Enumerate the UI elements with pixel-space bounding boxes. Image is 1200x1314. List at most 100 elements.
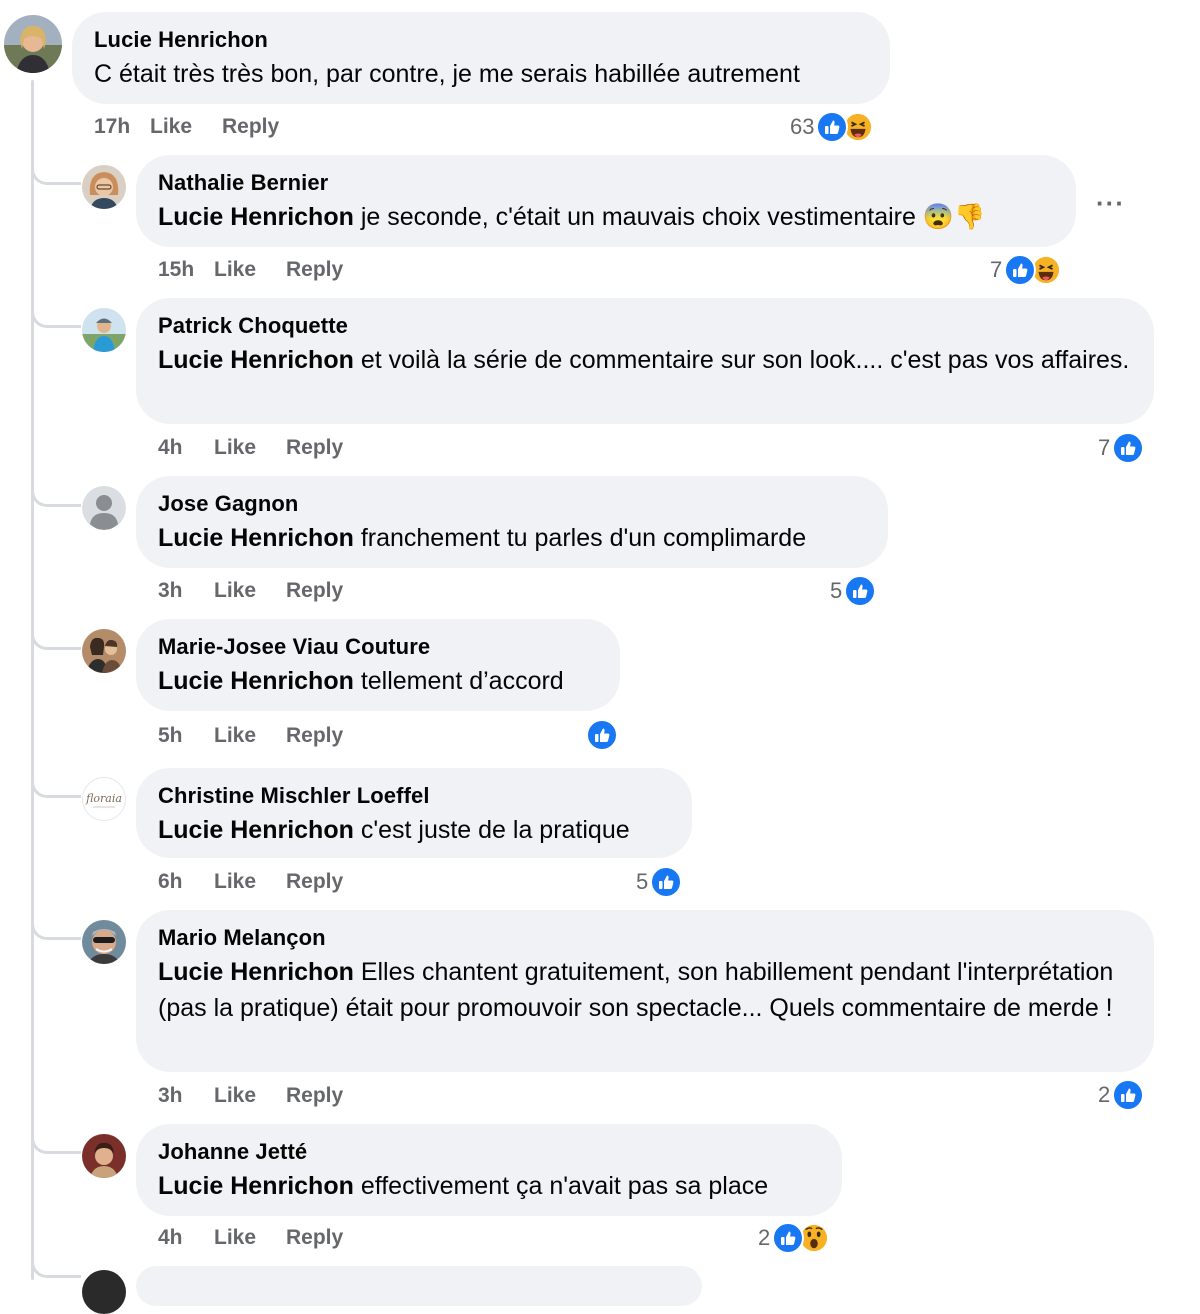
comment-text: Lucie Henrichon je seconde, c'était un m… <box>158 199 1054 235</box>
more-options-icon[interactable]: ··· <box>1096 188 1125 219</box>
reaction-summary[interactable]: 7 <box>1098 431 1145 465</box>
comment-time[interactable]: 17h <box>94 114 150 140</box>
mention-link[interactable]: Lucie Henrichon <box>158 203 354 231</box>
reply-button[interactable]: Reply <box>286 435 343 461</box>
mention-link[interactable]: Lucie Henrichon <box>158 524 354 552</box>
like-reaction-icon <box>1112 432 1145 464</box>
reply-button[interactable]: Reply <box>222 114 279 140</box>
thread-branch <box>31 485 81 507</box>
avatar-next-comment[interactable] <box>82 1270 126 1314</box>
like-reaction-icon <box>650 866 683 898</box>
comment-body: tellement d’accord <box>353 667 564 695</box>
comment-time[interactable]: 4h <box>158 1225 214 1251</box>
thread-branch <box>31 1262 81 1278</box>
comment-bubble: Jose Gagnon Lucie Henrichon franchement … <box>136 476 888 568</box>
comment-body: et voilà la série de commentaire sur son… <box>353 346 1130 374</box>
comment-author[interactable]: Patrick Choquette <box>158 312 1132 340</box>
comment-bubble: Christine Mischler Loeffel Lucie Henrich… <box>136 768 692 858</box>
like-button[interactable]: Like <box>214 257 286 283</box>
avatar-mario-melancon[interactable] <box>82 920 126 964</box>
comment-author[interactable]: Lucie Henrichon <box>94 26 868 54</box>
like-reaction-icon <box>844 575 877 607</box>
comment-text: C était très très bon, par contre, je me… <box>94 56 868 92</box>
mention-link[interactable]: Lucie Henrichon <box>158 667 354 695</box>
reaction-summary[interactable]: 5 <box>636 865 683 899</box>
comment-body: franchement tu parles d'un complimarde <box>353 524 807 552</box>
thread-line <box>31 80 34 1280</box>
reply-button[interactable]: Reply <box>286 723 343 749</box>
comment-time[interactable]: 15h <box>158 257 214 283</box>
reaction-summary[interactable] <box>584 718 618 752</box>
comment-time[interactable]: 6h <box>158 869 214 895</box>
comment-author[interactable]: Mario Melançon <box>158 924 1132 952</box>
comment-body: effectivement ça n'avait pas sa place <box>353 1172 769 1200</box>
comment-actions: 3h Like Reply <box>158 578 343 604</box>
comment-author[interactable]: Johanne Jetté <box>158 1138 820 1166</box>
avatar-lucie-henrichon[interactable] <box>4 15 62 73</box>
like-button[interactable]: Like <box>214 869 286 895</box>
mention-link[interactable]: Lucie Henrichon <box>158 346 354 374</box>
reaction-summary[interactable]: 7 <box>990 253 1063 287</box>
reply-button[interactable]: Reply <box>286 1083 343 1109</box>
comment-body: c'est juste de la pratique <box>353 816 630 844</box>
like-button[interactable]: Like <box>214 1225 286 1251</box>
avatar-johanne-jette[interactable] <box>82 1134 126 1178</box>
comment-actions: 4h Like Reply <box>158 1225 343 1251</box>
comment-bubble: Patrick Choquette Lucie Henrichon et voi… <box>136 298 1154 424</box>
comment-actions: 6h Like Reply <box>158 869 343 895</box>
comment-actions: 5h Like Reply <box>158 723 343 749</box>
comment-author[interactable]: Nathalie Bernier <box>158 169 1054 197</box>
comment-body: C était très très bon, par contre, je me… <box>94 60 800 88</box>
thread-branch <box>31 918 81 940</box>
comment-text: Lucie Henrichon Elles chantent gratuitem… <box>158 954 1132 1026</box>
avatar-patrick-choquette[interactable] <box>82 308 126 352</box>
reaction-summary[interactable]: 2 <box>758 1221 831 1255</box>
avatar-jose-gagnon[interactable] <box>82 486 126 530</box>
comment-time[interactable]: 4h <box>158 435 214 461</box>
comment-body: je seconde, c'était un mauvais choix ves… <box>353 203 986 231</box>
comment-time[interactable]: 3h <box>158 578 214 604</box>
reaction-summary[interactable]: 63 <box>790 110 875 144</box>
mention-link[interactable]: Lucie Henrichon <box>158 1172 354 1200</box>
reaction-summary[interactable]: 5 <box>830 574 877 608</box>
thread-branch <box>31 306 81 328</box>
reaction-count: 7 <box>990 257 1003 282</box>
comment-author[interactable]: Christine Mischler Loeffel <box>158 782 670 810</box>
reaction-count: 2 <box>758 1225 771 1250</box>
like-button[interactable]: Like <box>214 1083 286 1109</box>
thread-branch <box>31 628 81 650</box>
like-button[interactable]: Like <box>214 578 286 604</box>
thread-branch <box>31 163 81 185</box>
mention-link[interactable]: Lucie Henrichon <box>158 816 354 844</box>
comment-bubble: Lucie Henrichon C était très très bon, p… <box>72 12 890 104</box>
reaction-count: 2 <box>1098 1082 1111 1107</box>
avatar-nathalie-bernier[interactable] <box>82 165 126 209</box>
like-button[interactable]: Like <box>150 114 222 140</box>
mention-link[interactable]: Lucie Henrichon <box>158 958 354 986</box>
reply-button[interactable]: Reply <box>286 578 343 604</box>
reply-button[interactable]: Reply <box>286 869 343 895</box>
comment-text: Lucie Henrichon effectivement ça n'avait… <box>158 1168 820 1204</box>
like-reaction-icon <box>772 1222 805 1254</box>
reaction-summary[interactable]: 2 <box>1098 1078 1145 1112</box>
comment-bubble: Mario Melançon Lucie Henrichon Elles cha… <box>136 910 1154 1072</box>
comment-time[interactable]: 5h <box>158 723 214 749</box>
comment-actions: 4h Like Reply <box>158 435 343 461</box>
like-button[interactable]: Like <box>214 723 286 749</box>
like-button[interactable]: Like <box>214 435 286 461</box>
comment-author[interactable]: Jose Gagnon <box>158 490 866 518</box>
comment-bubble: Johanne Jetté Lucie Henrichon effectivem… <box>136 1124 842 1216</box>
reply-button[interactable]: Reply <box>286 257 343 283</box>
thread-branch <box>31 776 81 798</box>
comment-author[interactable]: Marie-Josee Viau Couture <box>158 633 598 661</box>
thread-branch <box>31 1132 81 1154</box>
reply-button[interactable]: Reply <box>286 1225 343 1251</box>
avatar-marie-josee-viau-couture[interactable] <box>82 629 126 673</box>
reaction-count: 7 <box>1098 435 1111 460</box>
comment-bubble: Marie-Josee Viau Couture Lucie Henrichon… <box>136 619 620 711</box>
comment-bubble-partial <box>136 1266 702 1306</box>
comment-text: Lucie Henrichon c'est juste de la pratiq… <box>158 812 670 848</box>
avatar-christine-mischler-loeffel[interactable]: floraia <box>82 777 126 821</box>
comment-actions: 17h Like Reply <box>94 114 279 140</box>
comment-time[interactable]: 3h <box>158 1083 214 1109</box>
